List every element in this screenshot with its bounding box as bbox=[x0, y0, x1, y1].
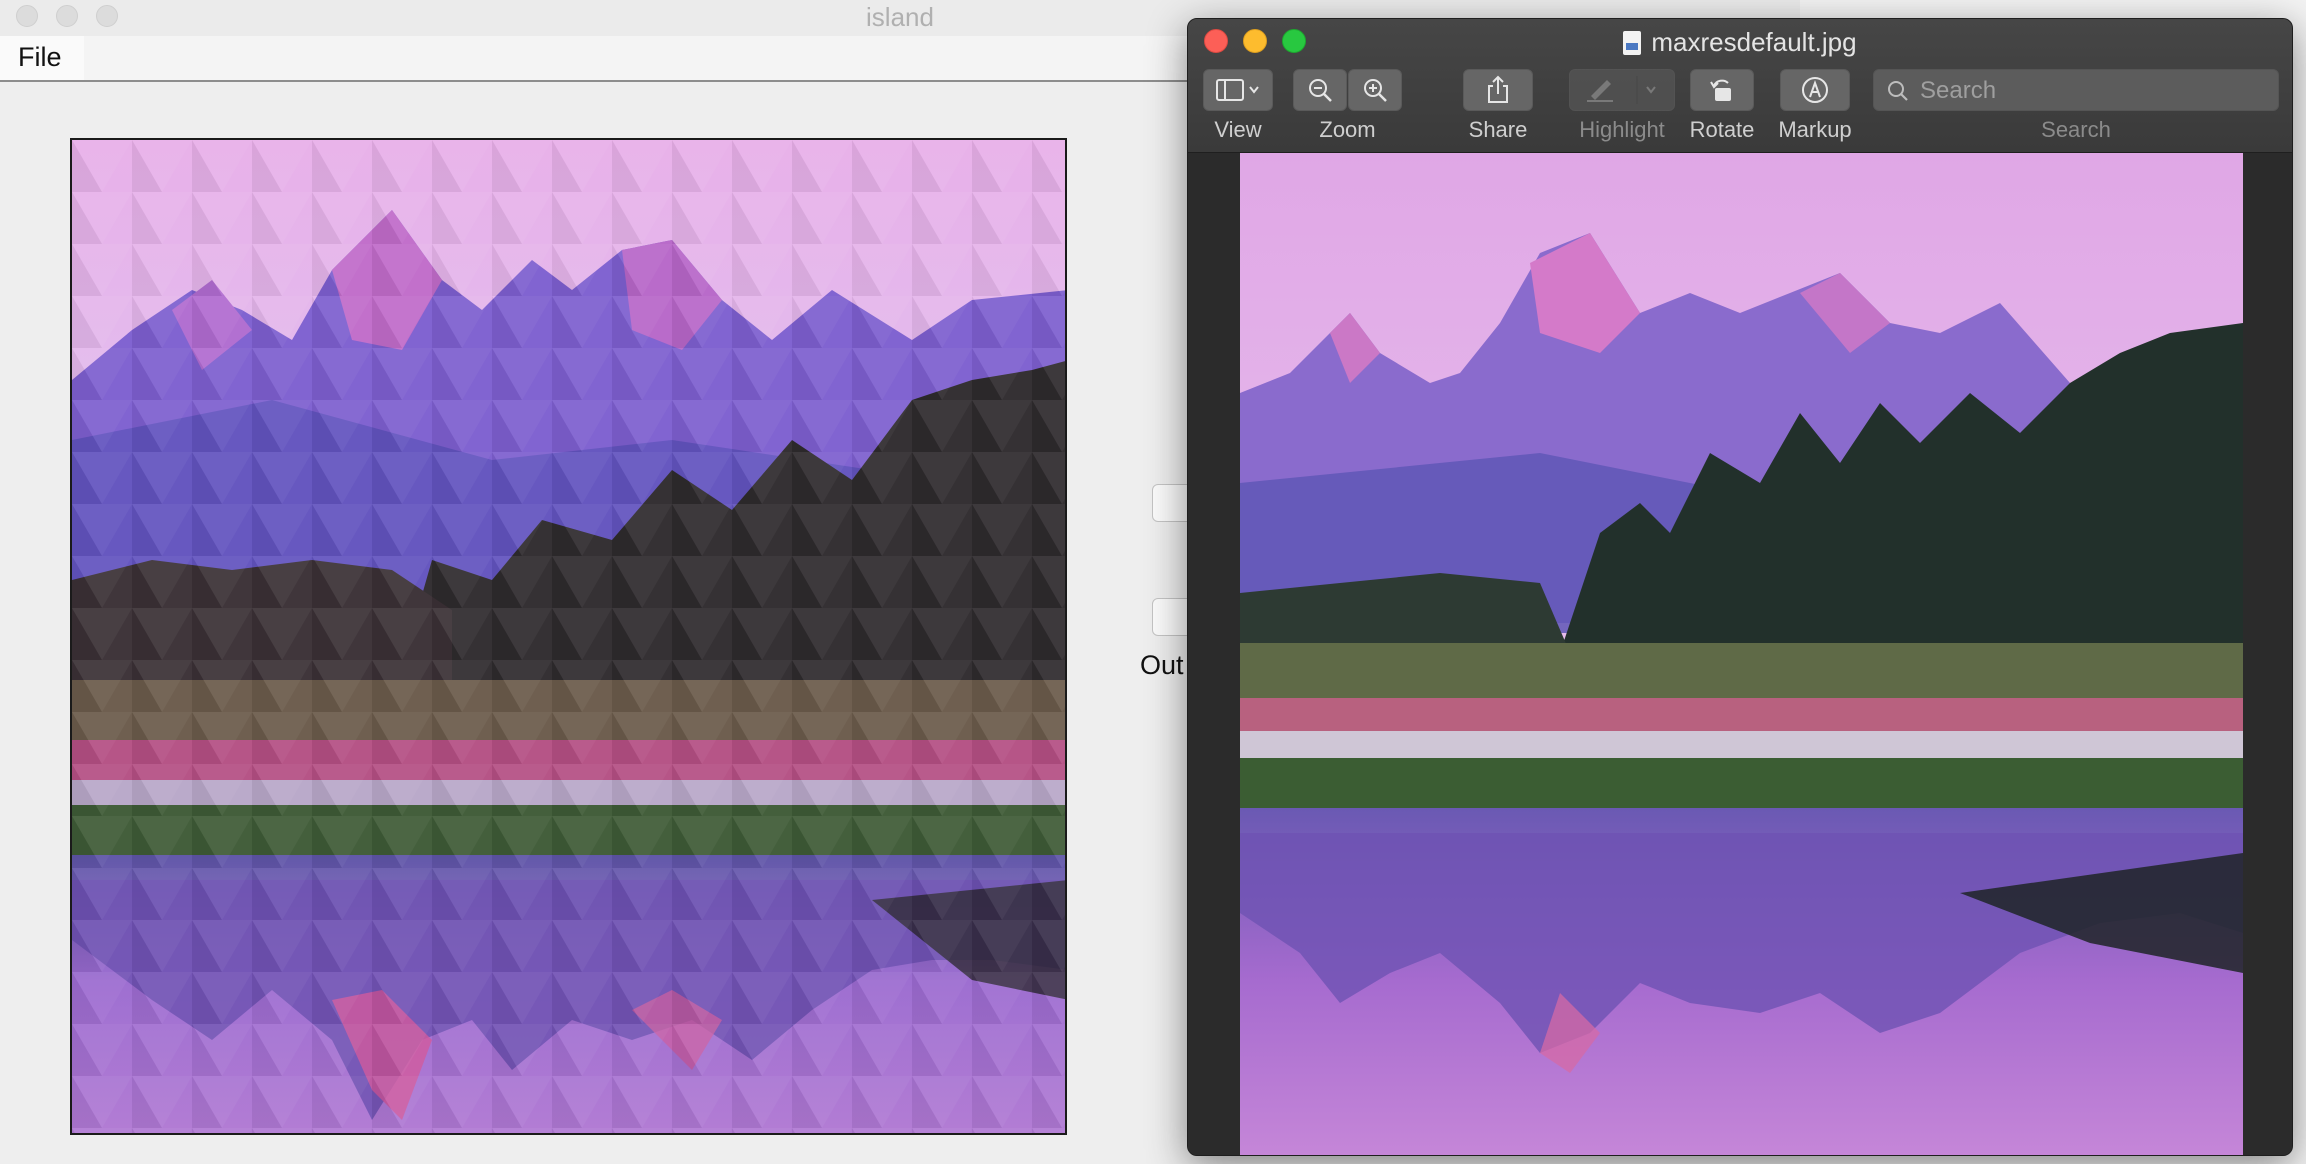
view-button[interactable] bbox=[1203, 69, 1273, 111]
landscape-photo bbox=[1240, 153, 2243, 1155]
rotate-label: Rotate bbox=[1689, 117, 1755, 142]
share-label: Share bbox=[1468, 117, 1528, 142]
search-placeholder: Search bbox=[1920, 77, 1997, 104]
preview-image bbox=[1240, 153, 2243, 1155]
markup-button[interactable] bbox=[1780, 69, 1850, 111]
zoom-label: Zoom bbox=[1319, 117, 1376, 142]
highlight-label: Highlight bbox=[1579, 117, 1665, 142]
share-button[interactable] bbox=[1463, 69, 1533, 111]
preview-title: maxresdefault.jpg bbox=[1188, 27, 2292, 58]
preview-title-text: maxresdefault.jpg bbox=[1651, 27, 1857, 57]
zoom-in-button[interactable] bbox=[1348, 69, 1402, 111]
output-label: Out bbox=[1140, 650, 1184, 680]
markup-label: Markup bbox=[1778, 117, 1852, 142]
file-menu-label: File bbox=[18, 42, 62, 72]
highlighter-icon bbox=[1587, 76, 1656, 104]
output-image bbox=[70, 138, 1067, 1135]
preview-left-gutter bbox=[1188, 153, 1240, 1155]
zoom-out-button[interactable] bbox=[1293, 69, 1347, 111]
markup-icon bbox=[1802, 77, 1828, 103]
preview-window: maxresdefault.jpg View Zoom Share Highli… bbox=[1187, 18, 2293, 1156]
sidebar-icon bbox=[1216, 79, 1259, 101]
highlight-button[interactable] bbox=[1569, 69, 1675, 111]
low-poly-image bbox=[72, 140, 1065, 1133]
rotate-button[interactable] bbox=[1690, 69, 1754, 111]
preview-right-gutter bbox=[2243, 153, 2292, 1155]
zoom-out-icon bbox=[1309, 79, 1332, 102]
file-menu[interactable]: File bbox=[0, 36, 84, 80]
zoom-in-icon bbox=[1364, 79, 1387, 102]
preview-toolbar: maxresdefault.jpg View Zoom Share Highli… bbox=[1188, 19, 2292, 153]
document-icon bbox=[1623, 31, 1642, 55]
search-label: Search bbox=[2041, 117, 2111, 142]
rotate-icon bbox=[1710, 79, 1731, 101]
search-input[interactable]: Search bbox=[1873, 69, 2279, 111]
share-icon bbox=[1488, 75, 1508, 103]
search-icon bbox=[1888, 81, 1908, 101]
view-label: View bbox=[1214, 117, 1262, 142]
